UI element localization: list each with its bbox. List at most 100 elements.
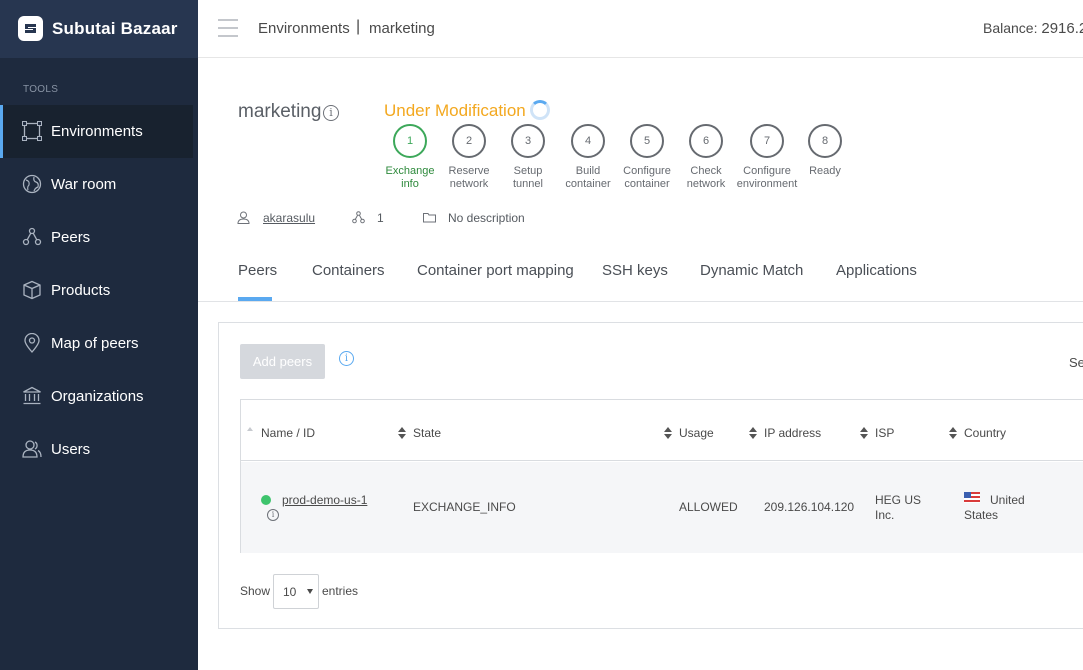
environment-description: No description xyxy=(448,211,525,225)
sidebar-item-environments[interactable]: Environments xyxy=(0,105,193,158)
step-label: Check network xyxy=(686,165,726,190)
sort-icon[interactable] xyxy=(398,427,406,439)
sort-icon[interactable] xyxy=(949,427,957,439)
step-number: 5 xyxy=(630,124,664,158)
tab-applications[interactable]: Applications xyxy=(836,262,917,279)
step-number: 6 xyxy=(689,124,723,158)
step-number: 7 xyxy=(750,124,784,158)
balance-label: Balance: xyxy=(983,20,1038,36)
sidebar-item-users[interactable]: Users xyxy=(0,423,193,476)
step-label: Ready xyxy=(809,165,841,177)
step-ready: 8 Ready xyxy=(795,124,855,178)
entries-per-page-select[interactable]: 10 xyxy=(273,574,319,609)
step-label: Setup tunnel xyxy=(513,165,543,190)
sort-icon[interactable] xyxy=(749,427,757,439)
sidebar-item-label: Products xyxy=(51,282,111,299)
entries-label: entries xyxy=(322,584,359,598)
sidebar-item-label: War room xyxy=(51,176,117,193)
environment-status: Under Modification xyxy=(384,101,526,120)
step-number: 4 xyxy=(571,124,605,158)
step-check-network: 6 Check network xyxy=(676,124,736,191)
sidebar-item-label: Users xyxy=(51,441,91,458)
show-label: Show xyxy=(240,584,271,598)
sidebar-item-products[interactable]: Products xyxy=(0,264,193,317)
balance: Balance: 2916.24 xyxy=(983,20,1083,37)
step-number: 8 xyxy=(808,124,842,158)
column-header-name[interactable]: Name / ID xyxy=(261,426,315,440)
step-label: Exchange info xyxy=(385,165,435,190)
column-header-country[interactable]: Country xyxy=(964,426,1006,440)
step-setup-tunnel: 3 Setup tunnel xyxy=(498,124,558,191)
sidebar-item-label: Organizations xyxy=(51,388,144,405)
hamburger-menu-icon[interactable] xyxy=(218,19,238,37)
app-name: Subutai Bazaar xyxy=(52,19,178,38)
sidebar-item-label: Map of peers xyxy=(51,335,139,352)
tab-ssh-keys[interactable]: SSH keys xyxy=(602,262,668,279)
environment-info-icon[interactable]: i xyxy=(323,105,339,121)
tab-dynamic-match[interactable]: Dynamic Match xyxy=(700,262,803,279)
peer-state: EXCHANGE_INFO xyxy=(413,500,516,514)
column-header-usage[interactable]: Usage xyxy=(679,426,714,440)
sort-asc-icon xyxy=(247,427,253,431)
peers-icon xyxy=(352,211,365,224)
breadcrumb-environments[interactable]: Environments xyxy=(258,20,350,37)
products-box-icon xyxy=(23,280,41,300)
step-build-container: 4 Build container xyxy=(558,124,618,191)
sidebar-item-war-room[interactable]: War room xyxy=(0,158,193,211)
environments-icon xyxy=(22,121,42,141)
environment-owner-link[interactable]: akarasulu xyxy=(263,211,315,225)
sidebar: Subutai Bazaar TOOLS Environments War ro… xyxy=(0,0,198,670)
environment-tabs: Peers Containers Container port mapping … xyxy=(198,250,1083,302)
tab-container-port-mapping[interactable]: Container port mapping xyxy=(417,262,574,279)
user-icon xyxy=(237,211,250,224)
sidebar-item-label: Peers xyxy=(51,229,91,246)
step-label: Configure container xyxy=(623,165,671,190)
sidebar-item-label: Environments xyxy=(51,123,143,140)
step-number: 1 xyxy=(393,124,427,158)
sidebar-item-map-of-peers[interactable]: Map of peers xyxy=(0,317,193,370)
tab-peers[interactable]: Peers xyxy=(238,262,277,279)
sidebar-item-peers[interactable]: Peers xyxy=(0,211,193,264)
sort-icon[interactable] xyxy=(860,427,868,439)
peer-count: 1 xyxy=(377,211,384,225)
column-header-isp[interactable]: ISP xyxy=(875,426,894,440)
peer-name-link[interactable]: prod-demo-us-1 xyxy=(282,493,367,507)
step-label: Build container xyxy=(565,165,611,190)
subutai-logo-icon xyxy=(18,16,43,41)
sidebar-nav: Environments War room Peers Products Map… xyxy=(0,105,198,476)
search-label: Se xyxy=(1069,355,1083,370)
peer-info-icon[interactable]: i xyxy=(267,509,279,521)
step-label: Reserve network xyxy=(448,165,490,190)
sidebar-item-organizations[interactable]: Organizations xyxy=(0,370,193,423)
folder-icon xyxy=(423,213,436,223)
peers-icon xyxy=(22,227,42,246)
loading-spinner-icon xyxy=(530,100,550,120)
step-number: 2 xyxy=(452,124,486,158)
add-peers-button[interactable]: Add peers xyxy=(240,344,325,379)
online-status-dot xyxy=(261,495,271,505)
environment-name: marketing xyxy=(238,101,322,122)
step-label: Configure environment xyxy=(736,165,798,190)
step-configure-environment: 7 Configure environment xyxy=(735,124,799,191)
map-pin-icon xyxy=(24,333,40,353)
sort-icon[interactable] xyxy=(664,427,672,439)
organizations-bank-icon xyxy=(23,386,41,405)
breadcrumb-separator: | xyxy=(356,18,361,35)
info-icon[interactable]: i xyxy=(339,351,354,366)
active-tab-indicator xyxy=(238,297,272,301)
top-header: Environments | marketing Balance: 2916.2… xyxy=(198,0,1083,58)
tab-containers[interactable]: Containers xyxy=(312,262,385,279)
column-header-state[interactable]: State xyxy=(413,426,441,440)
peer-country: United States xyxy=(964,493,1025,522)
step-number: 3 xyxy=(511,124,545,158)
logo-bar[interactable]: Subutai Bazaar xyxy=(0,0,198,58)
table-header: Name / ID State Usage IP address ISP Cou… xyxy=(241,400,1083,461)
users-icon xyxy=(22,440,42,458)
peer-isp: HEG US Inc. xyxy=(875,493,922,522)
globe-icon xyxy=(22,174,42,194)
column-header-ip-address[interactable]: IP address xyxy=(764,426,821,440)
breadcrumb-current: marketing xyxy=(369,20,435,37)
entries-select-value: 10 xyxy=(283,585,297,599)
step-exchange-info: 1 Exchange info xyxy=(380,124,440,191)
chevron-down-icon xyxy=(307,589,313,594)
